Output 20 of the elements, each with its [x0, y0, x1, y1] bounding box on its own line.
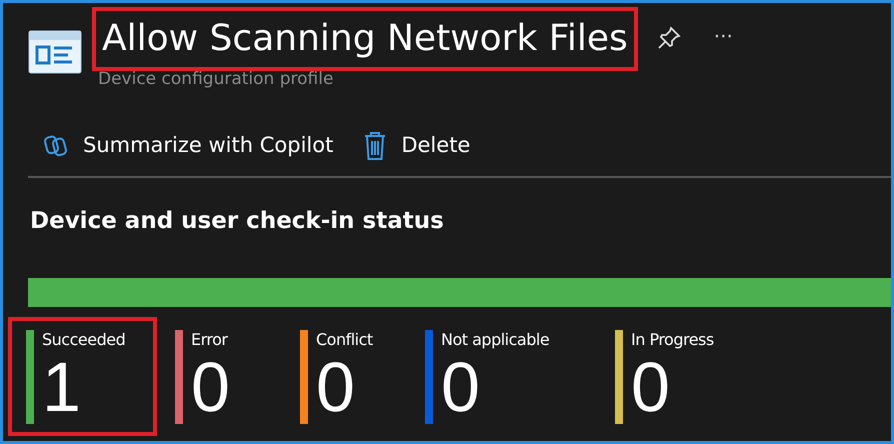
status-label: Error: [191, 330, 229, 350]
status-count: 0: [441, 350, 480, 424]
status-count: 0: [316, 350, 356, 424]
copilot-icon: [43, 132, 69, 158]
status-label: Succeeded: [42, 330, 126, 350]
more-button[interactable]: ···: [714, 21, 733, 51]
profile-icon: [28, 30, 82, 74]
copilot-button[interactable]: Summarize with Copilot: [43, 130, 334, 162]
status-label: In Progress: [631, 330, 714, 350]
delete-button[interactable]: Delete: [363, 130, 470, 162]
status-count: 0: [631, 350, 670, 424]
profile-title: Allow Scanning Network Files: [92, 7, 638, 71]
profile-subtitle: Device configuration profile: [98, 68, 334, 91]
status-label: Conflict: [316, 330, 373, 350]
status-count: 1: [42, 350, 82, 424]
section-heading: Device and user check-in status: [30, 206, 445, 236]
pin-icon[interactable]: [656, 25, 682, 51]
status-label: Not applicable: [441, 330, 550, 350]
trash-icon: [363, 130, 388, 160]
status-count: 0: [191, 350, 230, 424]
